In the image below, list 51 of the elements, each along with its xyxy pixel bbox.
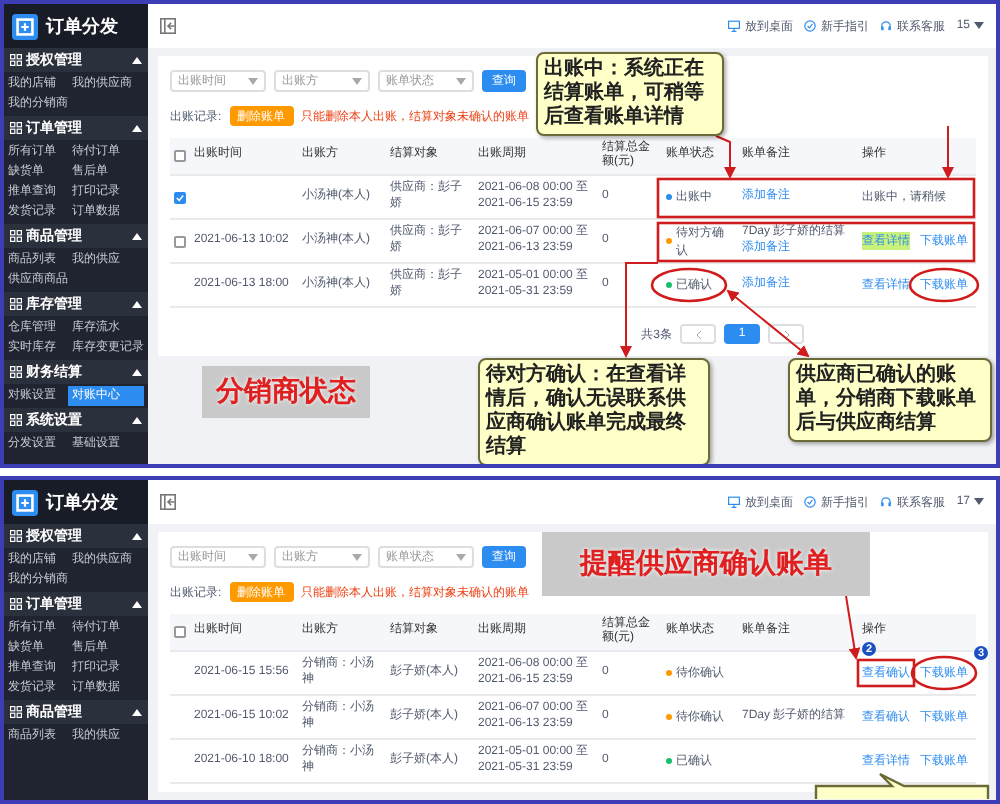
- callout-note: 出账中：系统正在结算账单，可稍等后查看账单详情: [536, 52, 724, 136]
- leader-line: [620, 262, 659, 358]
- grid-icon: [10, 706, 22, 718]
- app-title: 订单分发: [46, 13, 118, 39]
- checkbox[interactable]: [174, 191, 186, 203]
- caret-down-icon: [352, 77, 362, 85]
- grid-icon: [10, 598, 22, 610]
- sidebar-toggle-icon: [160, 18, 176, 34]
- check-circle-icon: [804, 20, 817, 32]
- highlight-frame: [856, 658, 916, 688]
- grid-icon: [10, 366, 22, 378]
- annotation-label: 提醒供应商确认账单: [542, 532, 870, 596]
- arrow: [942, 125, 954, 179]
- next-page-button[interactable]: [768, 324, 804, 344]
- caret-down-icon: [248, 77, 258, 85]
- grid-icon: [10, 414, 22, 426]
- headset-icon: [880, 496, 893, 508]
- logo-icon: [12, 13, 38, 39]
- callout-note: 待对方确认：在查看详情后，确认无误联系供应商确认账单完成最终结算: [478, 358, 710, 464]
- highlight-ellipse: [908, 267, 980, 303]
- grid-icon: [10, 530, 22, 542]
- headset-icon: [880, 20, 893, 32]
- leader-line: [715, 135, 736, 179]
- arrow: [845, 595, 861, 660]
- logo-icon: [12, 489, 38, 515]
- caret-down-icon: [974, 22, 984, 30]
- arrow: [726, 289, 810, 358]
- caret-down-icon: [456, 553, 466, 561]
- grid-icon: [10, 54, 22, 66]
- check-icon: [176, 193, 184, 201]
- highlight-ellipse: [910, 655, 978, 691]
- sidebar-toggle-icon: [160, 494, 176, 510]
- monitor-icon: [728, 20, 741, 32]
- caret-down-icon: [974, 498, 984, 506]
- checkbox[interactable]: [174, 626, 186, 638]
- chevron-right-icon: [783, 329, 789, 339]
- grid-icon: [10, 230, 22, 242]
- checkbox[interactable]: [174, 235, 186, 247]
- callout-note: 供应商已确认的账单，分销商下载账单后与供应商结算: [788, 358, 992, 442]
- grid-icon: [10, 298, 22, 310]
- check-circle-icon: [804, 496, 817, 508]
- caret-down-icon: [456, 77, 466, 85]
- annotation-label: 分销商状态: [202, 366, 370, 418]
- grid-icon: [10, 122, 22, 134]
- monitor-icon: [728, 496, 741, 508]
- checkbox[interactable]: [174, 150, 186, 162]
- caret-down-icon: [352, 553, 362, 561]
- chevron-left-icon: [695, 329, 701, 339]
- app-title: 订单分发: [46, 489, 118, 515]
- highlight-ellipse: [650, 267, 728, 303]
- caret-down-icon: [248, 553, 258, 561]
